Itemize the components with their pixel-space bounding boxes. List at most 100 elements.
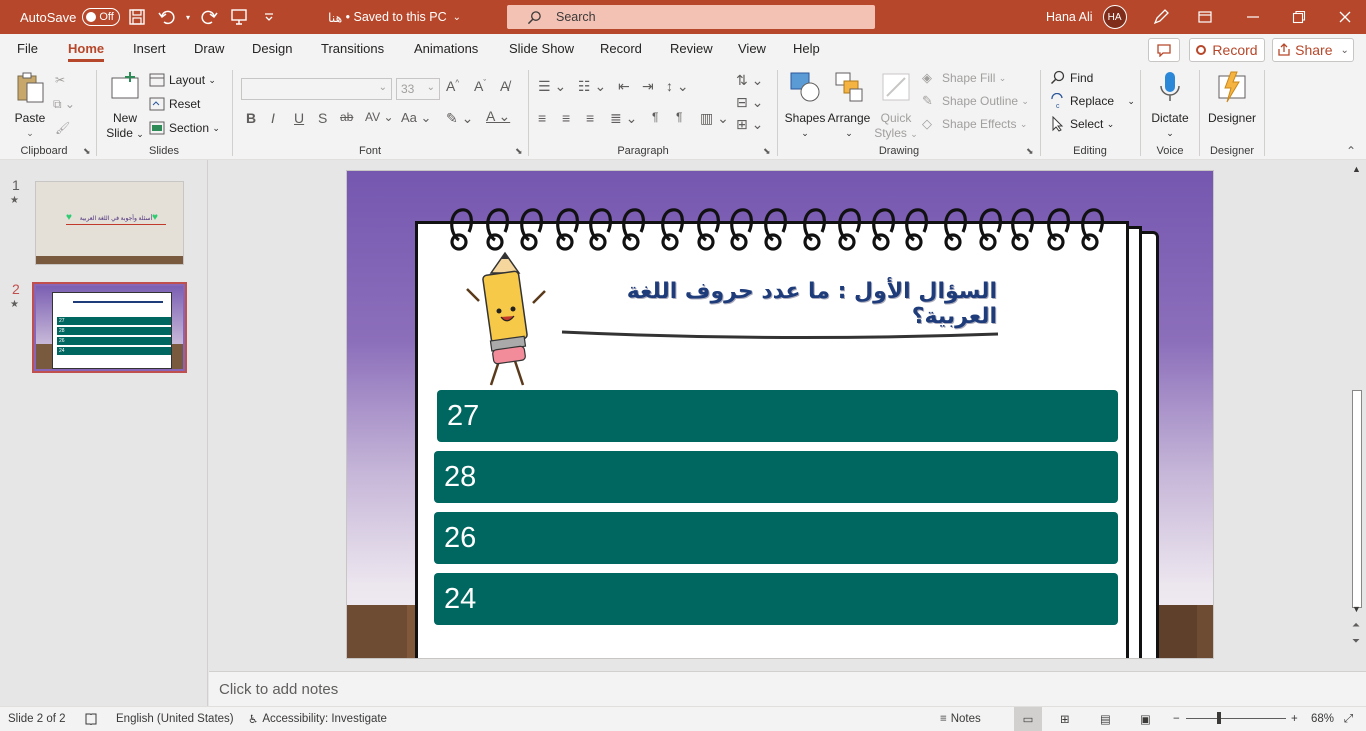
tab-design[interactable]: Design [252, 34, 292, 64]
customize-qat-icon[interactable] [254, 0, 284, 34]
cut-icon[interactable]: ✂ [55, 70, 65, 90]
increase-font-size-icon[interactable]: A^ [446, 78, 459, 94]
slide-counter[interactable]: Slide 2 of 2 [8, 707, 66, 731]
comments-button[interactable] [1148, 38, 1180, 62]
tab-slide-show[interactable]: Slide Show [509, 34, 574, 64]
save-icon[interactable] [122, 0, 152, 34]
autosave-control[interactable]: AutoSave Off [20, 0, 121, 34]
increase-indent-icon[interactable]: ⇥ [642, 78, 654, 95]
font-name-combobox[interactable]: ⌄ [241, 78, 392, 100]
tab-draw[interactable]: Draw [194, 34, 224, 64]
line-spacing-icon[interactable]: ↕ ⌄ [666, 78, 689, 95]
quick-styles-button[interactable]: Quick Styles ⌄ [874, 70, 918, 142]
share-dropdown-icon[interactable]: ⌄ [1340, 45, 1348, 56]
shape-outline-button[interactable]: ✎ Shape Outline ⌄ [922, 91, 1029, 111]
smartart-icon[interactable]: ⊞ ⌄ [736, 116, 763, 133]
zoom-slider[interactable] [1186, 718, 1286, 719]
reading-view-icon[interactable]: ▤ [1100, 707, 1111, 731]
slide-show-icon[interactable]: ▣ [1140, 707, 1151, 731]
slide-thumbnail-1[interactable]: أسئلة وأجوبة في اللغة العربية ♥ ♥ [35, 181, 184, 265]
clear-formatting-icon[interactable]: A̸ [500, 78, 509, 94]
scroll-up-icon[interactable]: ▲ [1352, 164, 1361, 174]
tab-record[interactable]: Record [600, 34, 642, 64]
tab-insert[interactable]: Insert [133, 34, 166, 64]
next-slide-icon[interactable]: ⏷ [1352, 636, 1360, 647]
select-button[interactable]: Select ⌄ [1050, 114, 1114, 134]
dialog-launcher-icon[interactable]: ⬊ [1026, 146, 1034, 157]
character-spacing-icon[interactable]: AV ⌄ [365, 110, 394, 124]
bullets-icon[interactable]: ☰ ⌄ [538, 78, 566, 95]
slide-sorter-icon[interactable]: ⊞ [1060, 707, 1070, 731]
vertical-scrollbar[interactable]: ▲ ▼ ⏶ ⏷ [1349, 160, 1366, 671]
align-center-icon[interactable]: ≡ [562, 110, 570, 126]
zoom-out-icon[interactable]: − [1173, 707, 1180, 731]
align-right-icon[interactable]: ≡ [586, 110, 594, 126]
ribbon-display-icon[interactable] [1190, 0, 1220, 34]
notes-toggle[interactable]: ≡ Notes [940, 707, 981, 731]
share-button[interactable]: Share ⌄ [1272, 38, 1354, 62]
minimize-icon[interactable] [1236, 0, 1270, 34]
tab-transitions[interactable]: Transitions [321, 34, 384, 64]
zoom-slider-thumb[interactable] [1217, 712, 1221, 724]
highlight-icon[interactable]: ✎ ⌄ [446, 110, 473, 127]
layout-button[interactable]: Layout ⌄ [149, 70, 216, 90]
search-box[interactable]: Search [507, 5, 875, 29]
notes-pane[interactable]: Click to add notes [209, 671, 1366, 706]
slide-thumbnail-2[interactable]: 27 28 26 24 [32, 282, 187, 373]
answer-option-4[interactable]: 24 [434, 573, 1118, 625]
answer-option-1[interactable]: 27 [437, 390, 1118, 442]
close-icon[interactable] [1328, 0, 1362, 34]
account-control[interactable]: Hana Ali HA [1046, 0, 1127, 34]
align-text-icon[interactable]: ⊟ ⌄ [736, 94, 763, 111]
redo-icon[interactable] [194, 0, 224, 34]
pen-icon[interactable] [1146, 0, 1176, 34]
tab-review[interactable]: Review [670, 34, 713, 64]
italic-icon[interactable]: I [271, 110, 275, 126]
bold-icon[interactable]: B [246, 110, 256, 126]
slide-canvas[interactable]: السؤال الأول : ما عدد حروف اللغة العربية… [346, 170, 1214, 659]
decrease-font-size-icon[interactable]: Aˇ [474, 78, 486, 94]
zoom-level[interactable]: 68% [1311, 707, 1334, 731]
decrease-indent-icon[interactable]: ⇤ [618, 78, 630, 95]
underline-icon[interactable]: U [294, 110, 304, 126]
font-size-combobox[interactable]: 33 ⌄ [396, 78, 440, 100]
scroll-down-icon[interactable]: ▼ [1352, 604, 1361, 614]
numbering-icon[interactable]: ☷ ⌄ [578, 78, 606, 95]
arrange-button[interactable]: Arrange ⌄ [827, 70, 871, 141]
language-status[interactable]: English (United States) [116, 707, 234, 731]
scrollbar-thumb[interactable] [1352, 390, 1362, 608]
restore-icon[interactable] [1282, 0, 1316, 34]
format-painter-icon[interactable]: 🖌 [55, 118, 70, 138]
change-case-icon[interactable]: Aa ⌄ [401, 110, 431, 126]
tab-animations[interactable]: Animations [414, 34, 478, 64]
undo-dropdown-icon[interactable]: ▾ [182, 0, 194, 34]
tab-file[interactable]: File [17, 34, 38, 64]
question-title[interactable]: السؤال الأول : ما عدد حروف اللغة العربية… [577, 279, 997, 329]
dialog-launcher-icon[interactable]: ⬊ [763, 146, 771, 157]
spelling-icon[interactable] [84, 707, 98, 731]
record-button[interactable]: Record [1189, 38, 1265, 62]
collapse-ribbon-icon[interactable]: ⌃ [1346, 144, 1356, 158]
align-left-icon[interactable]: ≡ [538, 110, 546, 126]
tab-view[interactable]: View [738, 34, 766, 64]
document-title[interactable]: هنا • Saved to this PC ⌄ [328, 0, 461, 34]
answer-option-2[interactable]: 28 [434, 451, 1118, 503]
fit-to-window-icon[interactable]: ⤢ [1344, 707, 1353, 731]
ltr-icon[interactable]: ¶ [652, 110, 658, 124]
text-direction-icon[interactable]: ⇅ ⌄ [736, 72, 763, 89]
reset-button[interactable]: Reset [149, 94, 200, 114]
undo-icon[interactable] [152, 0, 182, 34]
answer-option-3[interactable]: 26 [434, 512, 1118, 564]
dialog-launcher-icon[interactable]: ⬊ [83, 146, 91, 157]
find-button[interactable]: Find [1050, 68, 1093, 88]
replace-button[interactable]: c Replace ⌄ [1050, 91, 1135, 111]
dialog-launcher-icon[interactable]: ⬊ [515, 146, 523, 157]
previous-slide-icon[interactable]: ⏶ [1352, 620, 1360, 631]
shape-effects-button[interactable]: ◇ Shape Effects ⌄ [922, 114, 1027, 134]
rtl-icon[interactable]: ¶ [676, 110, 682, 124]
justify-icon[interactable]: ≣ ⌄ [610, 110, 637, 127]
normal-view-icon[interactable]: ▭ [1014, 707, 1042, 731]
strikethrough-icon[interactable]: ab [340, 110, 353, 124]
shapes-button[interactable]: Shapes ⌄ [784, 70, 826, 141]
present-from-start-icon[interactable] [224, 0, 254, 34]
